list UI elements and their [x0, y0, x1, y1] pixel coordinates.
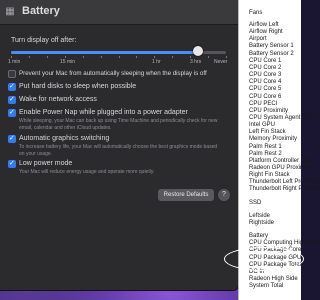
sensor-menu-item[interactable]: CPU Proximity — [249, 108, 288, 114]
slider-tick — [226, 56, 227, 58]
grid-icon[interactable]: ▦ — [4, 6, 16, 18]
power-nap-checkbox[interactable] — [8, 108, 16, 117]
help-button[interactable]: ? — [218, 189, 230, 201]
sensor-menu-item[interactable]: CPU Core 3 — [249, 72, 281, 78]
slider-tick — [208, 56, 210, 58]
display-off-label: Turn display off after: — [11, 37, 77, 44]
sensor-menu-item[interactable]: CPU PECI — [249, 101, 277, 107]
slider-knob[interactable] — [193, 46, 204, 56]
sensor-menu-item[interactable]: CPU Computing High Side — [249, 240, 320, 246]
slider-fill — [11, 51, 199, 54]
sensor-menu-item[interactable]: Rightside — [249, 220, 274, 226]
sensor-menu-item[interactable]: Memory Proximity — [249, 136, 297, 142]
sensor-menu-item[interactable]: Airport — [249, 36, 267, 42]
sensor-menu-item[interactable]: CPU Core 6 — [249, 94, 281, 100]
sensor-menu-item[interactable]: Airflow Left — [249, 22, 279, 28]
sensor-menu-item[interactable]: Palm Rest 2 — [249, 151, 282, 157]
tick-label-3hrs: 3 hrs — [190, 59, 202, 65]
disk-sleep-label: Put hard disks to sleep when possible — [19, 83, 137, 90]
tick-label-never: Never — [214, 59, 228, 65]
sensor-menu-item[interactable]: Battery Sensor 2 — [249, 51, 294, 57]
low-power-description: Your Mac will reduce energy usage and op… — [19, 169, 155, 175]
sensor-menu-item[interactable]: Intel GPU — [249, 122, 275, 128]
tick-label-15min: 15 min — [60, 59, 76, 65]
prevent-sleep-label: Prevent your Mac from automatically slee… — [19, 70, 207, 77]
low-power-checkbox[interactable] — [8, 159, 16, 168]
sensor-menu-item[interactable]: Airflow Right — [249, 29, 283, 35]
sensor-menu-item[interactable]: CPU Core 4 — [249, 79, 281, 85]
wake-network-checkbox[interactable] — [8, 95, 16, 104]
graphics-switching-description: To increase battery life, your Mac will … — [19, 144, 218, 157]
sensor-menu-item[interactable]: CPU Core 1 — [249, 58, 281, 64]
graphics-switching-label: Automatic graphics switching — [19, 135, 110, 142]
slider-tick — [28, 56, 30, 58]
sensor-menu-item[interactable]: SSD — [249, 200, 261, 206]
battery-settings-pane: Turn display off after: 1 min 15 min 1 h… — [0, 25, 238, 290]
tick-label-1min: 1 min — [8, 59, 21, 65]
wake-network-label: Wake for network access — [19, 96, 97, 103]
slider-tick — [82, 56, 84, 58]
disk-sleep-checkbox[interactable] — [8, 82, 16, 91]
power-nap-description: While sleeping, your Mac can back up usi… — [19, 118, 218, 131]
sensor-menu-item[interactable]: Battery — [249, 233, 268, 239]
slider-tick — [154, 56, 156, 58]
sensor-menu-item[interactable]: Fans — [249, 10, 262, 16]
sensor-menu-item[interactable]: Palm Rest 1 — [249, 144, 282, 150]
battery-preferences-window: ▦ Battery Turn display off after: 1 min … — [0, 0, 239, 291]
sensor-menu-item[interactable]: Radeon GPU Proximity — [249, 165, 311, 171]
slider-tick — [64, 56, 66, 58]
slider-tick — [136, 56, 138, 58]
sensor-menu-item[interactable]: Thunderbolt Left Proximity — [249, 179, 319, 185]
title-bar: ▦ Battery — [0, 0, 238, 25]
restore-defaults-button[interactable]: Restore Defaults — [158, 189, 214, 201]
window-title: Battery — [22, 5, 60, 17]
sensor-menu-item[interactable]: Battery Sensor 1 — [249, 43, 294, 49]
low-power-label: Low power mode — [19, 160, 73, 167]
highlight-circle — [224, 247, 304, 271]
slider-tick — [11, 56, 12, 58]
slider-tick — [46, 56, 48, 58]
slider-tick — [190, 56, 192, 58]
sensor-menu-item[interactable]: Platform Controller Hub — [249, 158, 312, 164]
sensor-menu-item[interactable]: CPU Core 5 — [249, 86, 281, 92]
sensor-menu-item[interactable]: System Total — [249, 283, 283, 289]
sensor-menu-item[interactable]: Right Fin Stack — [249, 172, 290, 178]
sensor-menu-item[interactable]: CPU Core 2 — [249, 65, 281, 71]
sensor-menu-item[interactable]: Left Fin Stack — [249, 129, 286, 135]
power-nap-label: Enable Power Nap while plugged into a po… — [19, 109, 188, 116]
tick-label-1hr: 1 hr — [152, 59, 161, 65]
slider-tick — [100, 56, 102, 58]
sensor-menu-item[interactable]: Thunderbolt Right Proximity — [249, 186, 320, 192]
graphics-switching-checkbox[interactable] — [8, 134, 16, 143]
sensor-menu-item[interactable]: CPU System Agent Core — [249, 115, 315, 121]
prevent-sleep-checkbox[interactable] — [8, 70, 16, 78]
sensor-menu-item[interactable]: Radeon High Side — [249, 276, 298, 282]
sensor-menu-item[interactable]: Leftside — [249, 213, 270, 219]
slider-tick — [172, 56, 174, 58]
slider-tick — [118, 56, 120, 58]
